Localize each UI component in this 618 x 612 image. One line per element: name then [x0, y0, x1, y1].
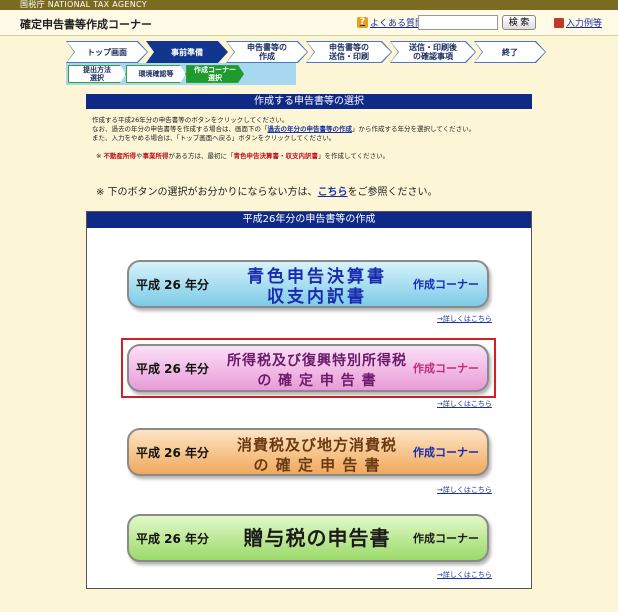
faq-label: よくある質問 [370, 19, 425, 29]
faq-link[interactable]: ? よくある質問 [357, 16, 424, 29]
details-link-income-tax[interactable]: →詳しくはこちら [437, 399, 492, 409]
instructions: 作成する平成26年分の申告書等のボタンをクリックしてください。 なお、過去の年分… [92, 116, 476, 142]
substep-navigation: 提出方法 選択 環境確認等 作成コーナー 選択 [66, 63, 296, 85]
example-label: 入力例等 [566, 19, 603, 29]
step-preparation[interactable]: 事前準備 [146, 41, 228, 63]
agency-bar: 国税庁 NATIONAL TAX AGENCY [0, 0, 618, 10]
consumption-tax-option-button[interactable]: 平成 26 年分 消費税及び地方消費税の 確 定 申 告 書 作成コーナー [127, 428, 489, 476]
step-create[interactable]: 申告書等の 作成 [227, 42, 307, 62]
blue-return-option-button[interactable]: 平成 26 年分 青色申告決算書 収支内訳書 作成コーナー [127, 260, 489, 308]
book-icon [554, 17, 564, 28]
substep-environment[interactable]: 環境確認等 [126, 65, 186, 83]
search-input[interactable] [418, 15, 498, 30]
step-top[interactable]: トップ画面 [67, 42, 147, 62]
search-button[interactable]: 検 索 [502, 15, 536, 30]
step-after-check[interactable]: 送信・印刷後 の確認事項 [391, 42, 475, 62]
title-bar: 確定申告書等作成コーナー ? よくある質問 検 索 入力例等 [0, 10, 618, 36]
app-title: 確定申告書等作成コーナー [20, 18, 152, 31]
help-link[interactable]: こちら [318, 187, 348, 198]
income-tax-option-button[interactable]: 平成 26 年分 所得税及び復興特別所得税の 確 定 申 告 書 作成コーナー [127, 344, 489, 392]
details-link-gift-tax[interactable]: →詳しくはこちら [437, 570, 492, 580]
panel-title: 平成26年分の申告書等の作成 [87, 212, 531, 228]
substep-corner-select[interactable]: 作成コーナー 選択 [186, 65, 244, 83]
past-year-link[interactable]: 過去の年分の申告書等の作成 [268, 125, 353, 133]
input-example-link[interactable]: 入力例等 [554, 16, 602, 29]
substep-submit-method[interactable]: 提出方法 選択 [68, 65, 126, 83]
question-icon: ? [357, 17, 368, 28]
note-line: ※ 不動産所得や事業所得がある方は、最初に「青色申告決算書・収支内訳書」を作成し… [96, 152, 390, 160]
details-link-blue-return[interactable]: →詳しくはこちら [437, 314, 492, 324]
help-line: ※ 下のボタンの選択がお分かりにならない方は、こちらをご参照ください。 [96, 187, 438, 198]
step-finish[interactable]: 終了 [475, 42, 545, 62]
form-selection-panel: 平成26年分の申告書等の作成 平成 26 年分 青色申告決算書 収支内訳書 作成コ… [86, 211, 532, 589]
section-title: 作成する申告書等の選択 [86, 94, 532, 109]
details-link-consumption-tax[interactable]: →詳しくはこちら [437, 485, 492, 495]
step-send-print[interactable]: 申告書等の 送信・印刷 [307, 42, 391, 62]
gift-tax-option-button[interactable]: 平成 26 年分 贈与税の申告書 作成コーナー [127, 514, 489, 562]
